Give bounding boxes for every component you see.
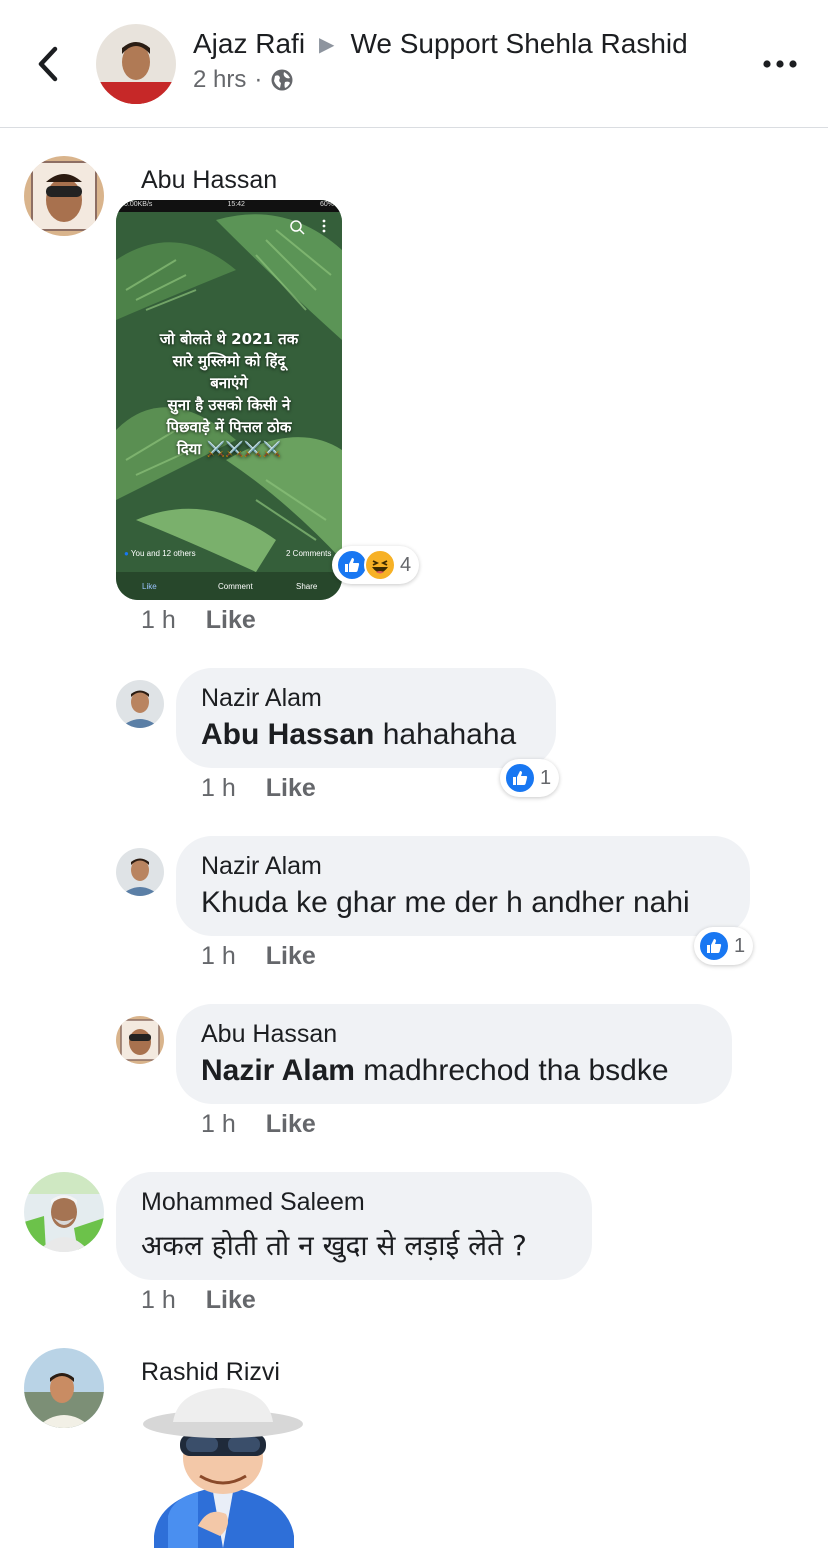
like-button[interactable]: Like (266, 1110, 316, 1139)
comment-author[interactable]: Rashid Rizvi (141, 1358, 280, 1387)
comment-body: Khuda ke ghar me der h andher nahi (201, 886, 690, 919)
comment-meta: 1 h Like (201, 1110, 316, 1139)
comment-bubble[interactable]: Abu Hassan Nazir Alam madhrechod tha bsd… (176, 1004, 732, 1104)
group-name[interactable]: We Support Shehla Rashid (350, 28, 687, 60)
commenter-avatar[interactable] (24, 156, 104, 236)
comment-text: Nazir Alam madhrechod tha bsdke (201, 1054, 669, 1088)
caption-line: जो बोलते थे 2021 तक (159, 330, 299, 348)
caption-line: दिया ⚔️⚔️⚔️⚔️ (176, 440, 282, 458)
meta-dot: · (254, 66, 263, 93)
comment-bubble[interactable]: Nazir Alam Abu Hassan hahahaha (176, 668, 556, 768)
arrow-right-icon: ▶ (319, 33, 335, 56)
globe-icon (271, 69, 293, 91)
author-avatar[interactable] (96, 24, 176, 104)
mini-like-icon: ● (124, 549, 129, 558)
mention[interactable]: Abu Hassan (201, 718, 374, 751)
post-header: Ajaz Rafi ▶ We Support Shehla Rashid 2 h… (0, 0, 828, 128)
screenshot-caption: जो बोलते थे 2021 तक सारे मुस्लिमो को हिं… (122, 328, 336, 460)
haha-reaction-icon (364, 549, 396, 581)
reaction-count: 1 (734, 934, 746, 957)
comment-time[interactable]: 1 h (141, 606, 176, 635)
screenshot-action-bar: Like Comment Share (116, 572, 342, 600)
like-button[interactable]: Like (206, 606, 256, 635)
more-options-button[interactable] (760, 50, 800, 78)
like-button[interactable]: Like (266, 774, 316, 803)
comment-author[interactable]: Abu Hassan (141, 166, 277, 195)
comment-author[interactable]: Abu Hassan (201, 1020, 337, 1049)
comment-author[interactable]: Nazir Alam (201, 852, 322, 881)
caption-line: बनाएंगे (210, 374, 248, 392)
screenshot-reactions-text: ● You and 12 others (124, 549, 196, 558)
caption-line: सुना है उसको किसी ने (167, 396, 291, 414)
comment-time[interactable]: 1 h (141, 1286, 176, 1315)
like-button[interactable]: Like (206, 1286, 256, 1315)
comment-meta: 1 h Like (201, 774, 316, 803)
like-reaction-icon (698, 930, 730, 962)
screenshot-comments-count: 2 Comments (286, 549, 332, 558)
caption-line: सारे मुस्लिमो को हिंदू (172, 352, 286, 370)
comment-text: Abu Hassan hahahaha (201, 718, 516, 752)
caption-line: पिछवाड़े में पित्तल ठोक (166, 418, 292, 436)
like-button[interactable]: Like (266, 942, 316, 971)
comment-body: hahahaha (382, 718, 517, 751)
commenter-avatar[interactable] (116, 1016, 164, 1064)
reaction-count: 4 (400, 553, 412, 576)
comment-meta: 1 h Like (141, 606, 256, 635)
screenshot-share-label: Share (296, 582, 318, 591)
status-speed: 0.00KB/s (124, 201, 153, 208)
commenter-avatar[interactable] (24, 1172, 104, 1252)
more-options-icon (763, 60, 797, 68)
screenshot-like-label: Like (142, 582, 157, 591)
comment-time[interactable]: 1 h (201, 774, 236, 803)
comment-time[interactable]: 1 h (201, 942, 236, 971)
author-name[interactable]: Ajaz Rafi (193, 28, 305, 60)
comment-meta: 1 h Like (141, 1286, 256, 1315)
commenter-avatar[interactable] (116, 848, 164, 896)
comment-bubble[interactable]: Nazir Alam Khuda ke ghar me der h andher… (176, 836, 750, 936)
screenshot-comment-label: Comment (218, 582, 253, 591)
status-battery: 60% (319, 201, 334, 208)
post-time[interactable]: 2 hrs (193, 66, 246, 94)
commenter-avatar[interactable] (24, 1348, 104, 1428)
mention[interactable]: Nazir Alam (201, 1054, 355, 1087)
post-meta: 2 hrs · (193, 66, 294, 94)
status-time: 15:42 (227, 201, 245, 208)
comment-author[interactable]: Nazir Alam (201, 684, 322, 713)
reaction-summary[interactable]: 1 (694, 927, 754, 965)
comment-body: madhrechod tha bsdke (363, 1054, 669, 1087)
like-reaction-icon (504, 762, 536, 794)
back-button[interactable] (28, 42, 68, 86)
comment-image-attachment[interactable]: 0.00KB/s 15:42 60% जो बोलते थे 2021 तक स… (116, 200, 342, 600)
reactions-summary: You and 12 others (130, 549, 196, 558)
comment-meta: 1 h Like (201, 942, 316, 971)
back-chevron-icon (38, 46, 58, 82)
comment-author[interactable]: Mohammed Saleem (141, 1188, 365, 1217)
post-title: Ajaz Rafi ▶ We Support Shehla Rashid (193, 28, 688, 60)
comment-time[interactable]: 1 h (201, 1110, 236, 1139)
screenshot-status-bar: 0.00KB/s 15:42 60% (116, 200, 342, 212)
reaction-count: 1 (540, 766, 552, 789)
reaction-summary[interactable]: 4 (332, 546, 420, 584)
comment-bubble[interactable]: Mohammed Saleem अकल होती तो न खुदा से लड… (116, 1172, 592, 1280)
comment-body: अकल होती तो न खुदा से लड़ाई लेते ? (141, 1229, 527, 1262)
reaction-summary[interactable]: 1 (500, 759, 560, 797)
sticker-attachment[interactable] (128, 1386, 318, 1548)
commenter-avatar[interactable] (116, 680, 164, 728)
